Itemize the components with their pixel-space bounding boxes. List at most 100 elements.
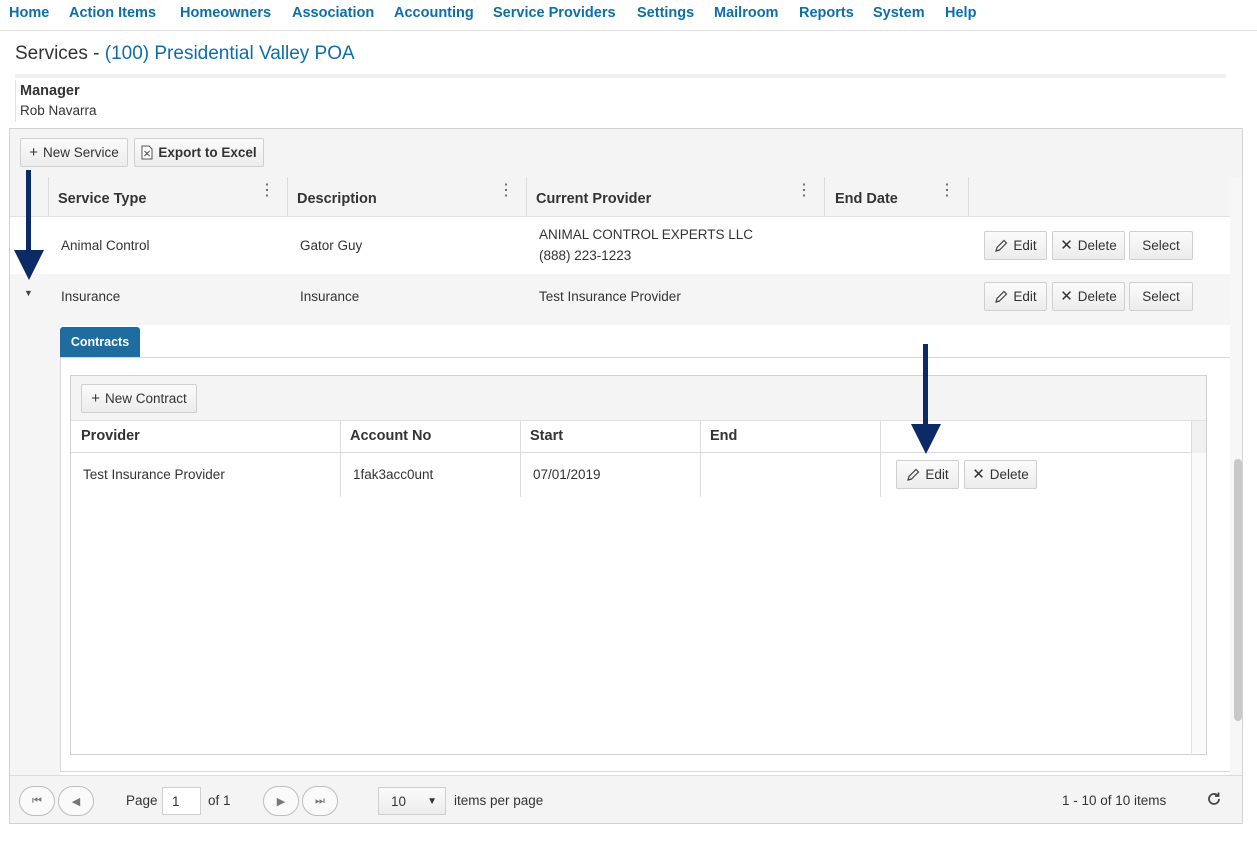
pencil-icon (994, 239, 1008, 253)
select-label: Select (1142, 289, 1180, 304)
provider-phone-cell: (888) 223-1223 (539, 248, 632, 263)
page-size-value: 10 (391, 793, 407, 809)
pencil-icon (994, 290, 1008, 304)
annotation-arrow-down (14, 170, 44, 280)
column-header-end[interactable]: End (710, 428, 737, 444)
provider-name-cell: Test Insurance Provider (539, 289, 681, 304)
export-excel-button[interactable]: Export to Excel (134, 138, 264, 167)
service-type-cell: Insurance (61, 289, 121, 304)
items-per-page-label: items per page (454, 793, 544, 808)
provider-name-cell: ANIMAL CONTROL EXPERTS LLC (539, 227, 754, 242)
last-page-icon[interactable]: ⏭ (302, 786, 338, 816)
select-label: Select (1142, 238, 1180, 253)
delete-label: Delete (989, 467, 1029, 482)
column-header-end-date[interactable]: End Date (835, 191, 898, 207)
page-title: Services - (100) Presidential Valley POA (15, 43, 355, 65)
contract-start-cell: 07/01/2019 (533, 467, 601, 482)
column-header-account-no[interactable]: Account No (350, 428, 431, 444)
new-service-label: New Service (42, 145, 119, 160)
select-button[interactable]: Select (1129, 231, 1193, 260)
tab-contracts[interactable]: Contracts (60, 327, 140, 357)
new-contract-button[interactable]: + New Contract (81, 384, 197, 413)
column-header-start[interactable]: Start (530, 428, 563, 444)
column-header-current-provider[interactable]: Current Provider (536, 191, 651, 207)
contracts-grid: + New Contract Provider Account No Start… (70, 375, 1207, 755)
plus-icon: + (91, 390, 100, 407)
contracts-scrollbar[interactable] (1191, 453, 1206, 753)
pager-summary: 1 - 10 of 10 items (1062, 793, 1167, 808)
top-nav: Home Action Items Homeowners Association… (0, 0, 1257, 31)
edit-label: Edit (925, 467, 949, 482)
contracts-toolbar: + New Contract (71, 376, 1206, 421)
next-page-icon[interactable]: ▶ (263, 786, 299, 816)
pencil-icon (906, 468, 920, 482)
edit-label: Edit (1013, 289, 1037, 304)
nav-homeowners[interactable]: Homeowners (180, 5, 271, 21)
plus-icon: + (29, 144, 38, 161)
select-button[interactable]: Select (1129, 282, 1193, 311)
description-cell: Gator Guy (300, 238, 363, 253)
grid-toolbar: + New Service Export to Excel (10, 129, 1242, 177)
pager: ⏮ ◀ Page 1 of 1 ▶ ⏭ 10 ▼ items per page … (10, 775, 1242, 823)
nav-association[interactable]: Association (292, 5, 374, 21)
description-column-menu-icon[interactable]: ⋮ (498, 183, 514, 199)
nav-mailroom[interactable]: Mailroom (714, 5, 778, 21)
service-type-cell: Animal Control (61, 238, 150, 253)
nav-home[interactable]: Home (9, 5, 49, 21)
contract-account-cell: 1fak3acc0unt (353, 467, 434, 482)
manager-label: Manager (20, 83, 80, 99)
manager-divider (15, 80, 16, 122)
edit-label: Edit (1013, 238, 1037, 253)
nav-settings[interactable]: Settings (637, 5, 694, 21)
page-title-prefix: Services - (15, 43, 105, 64)
services-grid: + New Service Export to Excel Service Ty… (9, 128, 1243, 824)
close-icon: ✕ (972, 466, 985, 483)
refresh-icon[interactable] (1206, 791, 1222, 807)
end-date-column-menu-icon[interactable]: ⋮ (939, 183, 955, 199)
nav-help[interactable]: Help (945, 5, 976, 21)
contracts-header-row: Provider Account No Start End (71, 421, 1191, 453)
grid-scrollbar-thumb[interactable] (1234, 459, 1242, 721)
chevron-down-icon: ▼ (427, 795, 437, 807)
contract-edit-button[interactable]: Edit (896, 460, 959, 489)
page-input[interactable]: 1 (162, 787, 201, 815)
delete-button[interactable]: ✕ Delete (1052, 282, 1125, 311)
page-size-select[interactable]: 10 ▼ (378, 787, 446, 815)
close-icon: ✕ (1060, 288, 1073, 305)
edit-button[interactable]: Edit (984, 231, 1047, 260)
table-row[interactable]: Animal Control Gator Guy ANIMAL CONTROL … (10, 217, 1230, 274)
page-count-label: of 1 (208, 793, 231, 808)
nav-service-providers[interactable]: Service Providers (493, 5, 616, 21)
table-row[interactable]: Test Insurance Provider 1fak3acc0unt 07/… (71, 453, 1191, 497)
column-header-description[interactable]: Description (297, 191, 377, 207)
delete-button[interactable]: ✕ Delete (1052, 231, 1125, 260)
current-provider-column-menu-icon[interactable]: ⋮ (796, 183, 812, 199)
edit-button[interactable]: Edit (984, 282, 1047, 311)
nav-accounting[interactable]: Accounting (394, 5, 474, 21)
annotation-arrow-down (911, 344, 941, 454)
contracts-scroll-header (1191, 421, 1206, 453)
collapse-caret-icon[interactable]: ▼ (24, 288, 33, 298)
nav-action-items[interactable]: Action Items (69, 5, 156, 21)
previous-page-icon[interactable]: ◀ (58, 786, 94, 816)
first-page-icon[interactable]: ⏮ (19, 786, 55, 816)
table-row[interactable]: ▼ Insurance Insurance Test Insurance Pro… (10, 274, 1230, 319)
association-name[interactable]: (100) Presidential Valley POA (105, 43, 355, 64)
column-header-service-type[interactable]: Service Type (58, 191, 146, 207)
new-service-button[interactable]: + New Service (20, 138, 128, 167)
description-cell: Insurance (300, 289, 360, 304)
service-type-column-menu-icon[interactable]: ⋮ (259, 183, 275, 199)
contracts-tab-content: + New Contract Provider Account No Start… (60, 357, 1231, 772)
nav-reports[interactable]: Reports (799, 5, 854, 21)
export-excel-label: Export to Excel (158, 145, 257, 160)
delete-label: Delete (1077, 289, 1117, 304)
column-header-provider[interactable]: Provider (81, 428, 140, 444)
title-divider (15, 74, 1226, 78)
page-label: Page (126, 793, 158, 808)
contract-delete-button[interactable]: ✕ Delete (964, 460, 1037, 489)
excel-icon (141, 145, 153, 160)
manager-name: Rob Navarra (20, 103, 97, 118)
new-contract-label: New Contract (104, 391, 187, 406)
close-icon: ✕ (1060, 237, 1073, 254)
nav-system[interactable]: System (873, 5, 925, 21)
